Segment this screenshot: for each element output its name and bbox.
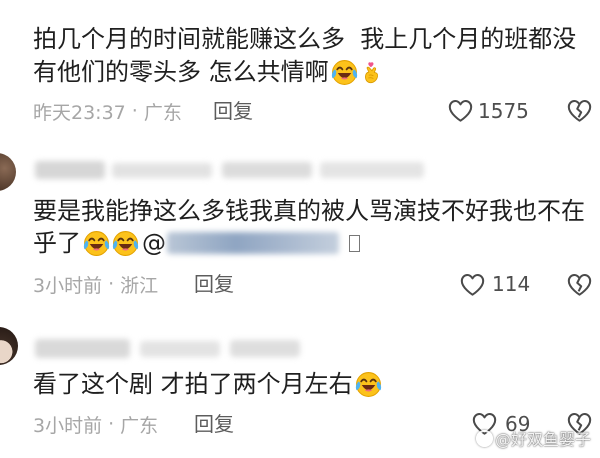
username-blurred xyxy=(35,339,130,358)
watermark-logo-icon xyxy=(476,429,493,447)
like-count: 1575 xyxy=(478,99,529,123)
comment-time: 3小时前 xyxy=(33,414,103,437)
comment-2-text-line-1: 要是我能挣这么多钱我真的被人骂演技不好我也不在 xyxy=(33,196,585,226)
comment-1-meta: 昨天23:37 · 广东 xyxy=(33,98,182,124)
heart-outline-icon[interactable] xyxy=(459,271,486,297)
reply-button[interactable]: 回复 xyxy=(213,98,253,124)
heart-outline-icon[interactable] xyxy=(447,97,474,123)
reply-button[interactable]: 回复 xyxy=(194,411,234,437)
comment-time: 3小时前 xyxy=(33,274,103,297)
comment-list: 拍几个月的时间就能赚这么多 我上几个月的班都没 有他们的零头多 怎么共情啊 昨天… xyxy=(0,0,600,458)
meta-separator: · xyxy=(108,273,115,295)
comment-location: 广东 xyxy=(120,414,159,437)
small-box-icon xyxy=(349,234,360,252)
comment-3-text-line-1: 看了这个剧 才拍了两个月左右 xyxy=(33,369,382,399)
mention-prefix[interactable]: @ xyxy=(142,228,166,258)
comment-3-meta: 3小时前 · 广东 xyxy=(33,411,158,437)
comment-text: 乎了 xyxy=(33,229,81,257)
avatar[interactable] xyxy=(0,327,18,365)
laughing-crying-face-icon xyxy=(331,59,357,85)
laughing-crying-face-icon xyxy=(355,371,381,397)
watermark-text: @好双鱼婴子 xyxy=(495,430,592,449)
comment-2-meta: 3小时前 · 浙江 xyxy=(33,271,158,297)
meta-separator: · xyxy=(108,413,115,435)
username-blurred xyxy=(222,162,312,178)
laughing-crying-face-icon xyxy=(112,230,139,256)
username-blurred xyxy=(230,340,300,357)
username-blurred xyxy=(35,161,105,179)
comment-location: 浙江 xyxy=(120,274,159,297)
laughing-crying-face-icon xyxy=(83,230,110,256)
username-blurred xyxy=(140,341,220,357)
broken-heart-icon[interactable] xyxy=(566,97,593,123)
comment-text: 要是我能挣这么多钱我真的被人骂演技不好我也不在 xyxy=(33,197,585,225)
comment-text: 看了这个剧 才拍了两个月左右 xyxy=(33,370,353,398)
comment-2-text-line-2: 乎了 @ xyxy=(33,228,360,258)
comment-1-text-line-1: 拍几个月的时间就能赚这么多 我上几个月的班都没 xyxy=(33,24,576,54)
username-blurred xyxy=(112,163,212,178)
meta-separator: · xyxy=(131,100,138,122)
reply-button[interactable]: 回复 xyxy=(194,271,234,297)
comment-text: 有他们的零头多 怎么共情啊 xyxy=(33,58,329,86)
watermark: @好双鱼婴子 xyxy=(476,427,591,449)
finger-heart-icon xyxy=(364,61,378,83)
comment-location: 广东 xyxy=(143,101,182,124)
comment-text: 拍几个月的时间就能赚这么多 我上几个月的班都没 xyxy=(33,25,577,53)
avatar[interactable] xyxy=(0,153,16,191)
comment-time: 昨天23:37 xyxy=(33,101,126,124)
comment-1-text-line-2: 有他们的零头多 怎么共情啊 xyxy=(33,57,384,87)
username-blurred xyxy=(320,162,424,178)
like-count: 114 xyxy=(492,272,531,296)
mention-blurred[interactable] xyxy=(167,232,339,254)
broken-heart-icon[interactable] xyxy=(566,271,593,297)
